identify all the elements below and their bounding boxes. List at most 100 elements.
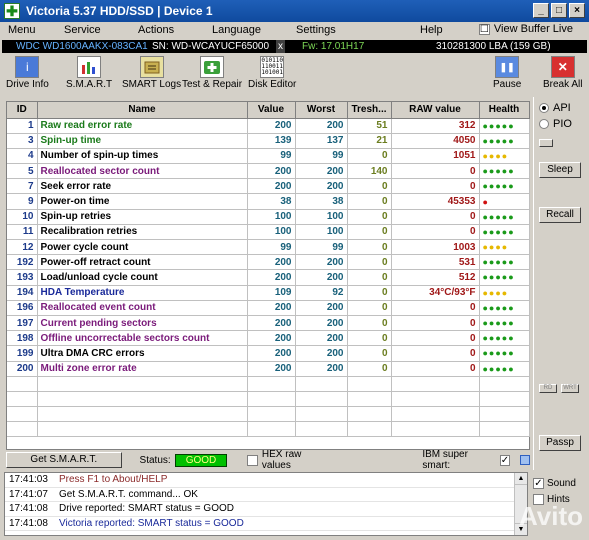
attr-health-dots: ●●●●● [479, 133, 530, 149]
attr-name: Ultra DMA CRC errors [37, 345, 248, 362]
smart-row[interactable]: 12 Power cycle count 99 99 0 1003 ●●●● [7, 239, 530, 256]
recall-button[interactable]: Recall [539, 207, 581, 223]
smart-empty-cell [295, 406, 348, 423]
smart-row[interactable]: 199 Ultra DMA CRC errors 200 200 0 0 ●●●●● [7, 345, 530, 362]
ibm-super-smart-checkbox[interactable]: ✓ [499, 454, 511, 466]
menu-actions[interactable]: Actions [138, 24, 174, 36]
smart-empty-cell [347, 406, 392, 423]
smart-row[interactable]: 200 Multi zone error rate 200 200 0 0 ●●●●● [7, 361, 530, 377]
attr-threshold: 0 [347, 239, 392, 256]
view-buffer-live[interactable]: ☐ View Buffer Live [478, 23, 573, 35]
col-header-id[interactable]: ID [7, 102, 38, 119]
sound-label: Sound [547, 478, 576, 489]
smart-row[interactable]: 197 Current pending sectors 200 200 0 0 ●●●●● [7, 315, 530, 332]
attr-value: 38 [247, 193, 296, 210]
col-header-thresh[interactable]: Tresh... [347, 102, 392, 119]
color-indicator-icon[interactable] [520, 455, 530, 465]
menu-help[interactable]: Help [420, 24, 443, 36]
smart-empty-cell [247, 406, 296, 423]
col-header-health[interactable]: Health [479, 102, 530, 119]
smart-row[interactable]: 192 Power-off retract count 200 200 0 531 ●●●●… [7, 254, 530, 271]
attr-health-dots: ●●●● [479, 239, 530, 256]
wrt-button[interactable]: WRT [561, 384, 579, 393]
device-bar[interactable]: WDC WD1600AAKX-083CA1 SN: WD-WCAYUCF6500… [2, 40, 587, 53]
attr-value: 139 [247, 133, 296, 149]
rd-button[interactable]: RD [539, 384, 557, 393]
pio-radio-button[interactable] [539, 119, 549, 129]
smart-row[interactable]: 193 Load/unload cycle count 200 200 0 512 ●●●●… [7, 269, 530, 286]
menu-language[interactable]: Language [212, 24, 261, 36]
maximize-button[interactable]: □ [551, 3, 567, 18]
attr-raw-value: 0 [391, 178, 480, 195]
smart-row[interactable]: 9 Power-on time 38 38 0 45353 ● [7, 193, 530, 210]
menu-menu[interactable]: Menu [8, 24, 36, 36]
col-header-worst[interactable]: Worst [295, 102, 348, 119]
close-button[interactable]: × [569, 3, 585, 18]
log-entry: 17:41:08 Victoria reported: SMART status … [5, 517, 527, 531]
col-header-value[interactable]: Value [247, 102, 296, 119]
attr-value: 200 [247, 330, 296, 347]
attr-value: 99 [247, 239, 296, 256]
hex-raw-checkbox[interactable] [247, 454, 258, 466]
smart-button[interactable]: S.M.A.R.T [66, 56, 112, 90]
pause-label: Pause [493, 79, 522, 90]
get-smart-button[interactable]: Get S.M.A.R.T. [6, 452, 122, 468]
test-repair-button[interactable]: Test & Repair [182, 56, 242, 90]
smart-row[interactable]: 10 Spin-up retries 100 100 0 0 ●●●●● [7, 209, 530, 225]
smart-row[interactable]: 1 Raw read error rate 200 200 51 312 ●●●●● [7, 118, 530, 134]
smart-row[interactable]: 5 Reallocated sector count 200 200 140 0 ●●●●● [7, 163, 530, 180]
smart-empty-cell [37, 406, 248, 423]
scroll-up-icon[interactable]: ▲ [515, 473, 527, 485]
smart-row[interactable]: 11 Recalibration retries 100 100 0 0 ●●●●● [7, 224, 530, 241]
col-header-name[interactable]: Name [37, 102, 248, 119]
log-time: 17:41:07 [9, 488, 48, 500]
attr-health-dots: ●●●●● [479, 118, 530, 134]
passp-button[interactable]: Passp [539, 435, 581, 451]
attr-threshold: 0 [347, 193, 392, 210]
disk-editor-button[interactable]: 010110 110011 101001 Disk Editor [248, 56, 296, 90]
smart-empty-row [7, 406, 530, 423]
smart-empty-cell [347, 376, 392, 392]
attr-id: 10 [7, 209, 38, 225]
pause-button[interactable]: ❚❚ Pause [493, 56, 521, 90]
smart-empty-row [7, 376, 530, 392]
device-close-button[interactable]: x [276, 40, 285, 53]
api-radio-button[interactable] [539, 103, 549, 113]
menu-service[interactable]: Service [64, 24, 101, 36]
attr-name: Reallocated sector count [37, 163, 248, 180]
sleep-button[interactable]: Sleep [539, 162, 581, 178]
log-message: Press F1 to About/HELP [59, 474, 168, 486]
smart-logs-button[interactable]: SMART Logs [122, 56, 181, 90]
smart-row[interactable]: 7 Seek error rate 200 200 0 0 ●●●●● [7, 178, 530, 195]
smart-row[interactable]: 4 Number of spin-up times 99 99 0 1051 ●●●● [7, 148, 530, 165]
smart-row[interactable]: 194 HDA Temperature 109 92 0 34°C/93°F ●●●● [7, 285, 530, 301]
right-control-panel: API PIO Sleep Recall RD WRT Passp [533, 97, 585, 470]
menu-settings[interactable]: Settings [296, 24, 336, 36]
sound-option[interactable]: ✓ Sound [533, 478, 585, 489]
indicator-small-button[interactable] [539, 139, 553, 147]
attr-value: 109 [247, 285, 296, 301]
attr-threshold: 0 [347, 269, 392, 286]
smart-row[interactable]: 3 Spin-up time 139 137 21 4050 ●●●●● [7, 133, 530, 149]
smart-row[interactable]: 196 Reallocated event count 200 200 0 0 ●●●●● [7, 300, 530, 316]
drive-info-label: Drive Info [6, 79, 49, 90]
smart-row[interactable]: 198 Offline uncorrectable sectors count 20… [7, 330, 530, 347]
api-radio[interactable]: API [539, 102, 571, 114]
col-header-raw[interactable]: RAW value [391, 102, 480, 119]
attr-value: 100 [247, 224, 296, 241]
pio-radio[interactable]: PIO [539, 118, 572, 130]
log-time: 17:41:03 [9, 474, 48, 486]
attr-worst: 200 [295, 163, 348, 180]
sound-checkbox[interactable]: ✓ [533, 478, 544, 489]
attr-worst: 100 [295, 209, 348, 225]
drive-info-button[interactable]: i Drive Info [6, 56, 49, 90]
attr-name: Number of spin-up times [37, 148, 248, 165]
break-all-button[interactable]: ✕ Break All [543, 56, 582, 90]
view-buffer-checkbox[interactable]: ☐ [478, 23, 490, 35]
minimize-button[interactable]: _ [533, 3, 549, 18]
ibm-super-smart-label: IBM super smart: [422, 449, 468, 471]
attr-id: 200 [7, 361, 38, 377]
attr-health-dots: ●●●●● [479, 224, 530, 241]
attr-id: 199 [7, 345, 38, 362]
smart-empty-cell [347, 391, 392, 408]
